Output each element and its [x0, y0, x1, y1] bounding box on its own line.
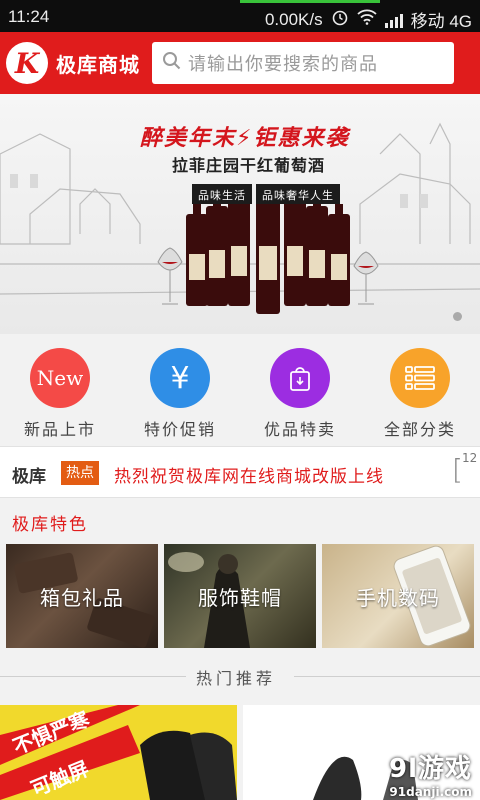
watermark-url: 91danji.com — [389, 785, 472, 799]
banner-tag-2: 品味奢华人生 — [256, 184, 340, 204]
category-special-offers[interactable]: ¥ 特价促销 — [120, 348, 240, 440]
feature-bags-gifts[interactable]: 箱包礼品 — [6, 544, 158, 648]
category-label: 新品上市 — [23, 420, 96, 439]
banner-headline: 醉美年末⚡钜惠来袭 — [140, 126, 350, 151]
category-all[interactable]: 全部分类 — [360, 348, 480, 440]
features-title: 极库特色 — [12, 515, 88, 535]
shopping-bag-icon — [270, 348, 330, 408]
category-label: 优品特卖 — [263, 420, 336, 439]
search-placeholder: 请输出你要搜索的商品 — [188, 54, 378, 75]
carousel-indicator[interactable] — [453, 312, 462, 321]
promo-banner[interactable]: 醉美年末⚡钜惠来袭 拉菲庄园干红葡萄酒 品味生活 品味奢华人生 — [0, 94, 480, 334]
divider-right — [294, 676, 480, 677]
category-label: 特价促销 — [143, 420, 216, 439]
search-input[interactable]: 请输出你要搜索的商品 — [152, 42, 454, 84]
news-counter: 12 — [462, 451, 478, 465]
news-brand: 极库 — [12, 467, 46, 487]
news-headline[interactable]: 热烈祝贺极库网在线商城改版上线 — [114, 462, 384, 487]
feature-label: 服饰鞋帽 — [198, 585, 282, 610]
news-ticker[interactable]: 极库 热点 热烈祝贺极库网在线商城改版上线 [ 12 — [0, 446, 480, 498]
feature-phones-digital[interactable]: 手机数码 — [322, 544, 474, 648]
carrier-label: 移动 4G — [410, 12, 472, 31]
category-label: 全部分类 — [383, 420, 456, 439]
banner-subtitle: 拉菲庄园干红葡萄酒 — [172, 156, 326, 175]
alarm-icon — [331, 8, 349, 31]
network-speed: 0.00K/s — [264, 9, 323, 29]
search-icon — [162, 51, 182, 75]
status-bar: 11:24 0.00K/s 移动 4G — [0, 0, 480, 32]
list-icon — [390, 348, 450, 408]
banner-tag-1: 品味生活 — [192, 184, 252, 204]
brand-logo[interactable]: K — [6, 42, 48, 84]
feature-clothing-shoes[interactable]: 服饰鞋帽 — [164, 544, 316, 648]
yen-icon: ¥ — [150, 348, 210, 408]
brand-name: 极库商城 — [56, 53, 140, 77]
status-time: 11:24 — [8, 7, 50, 26]
watermark-logo: 9l游戏 — [388, 754, 472, 784]
feature-label: 箱包礼品 — [40, 585, 124, 610]
category-shortcuts: New 新品上市 ¥ 特价促销 优品特卖 全部分类 — [0, 334, 480, 440]
watermark: 9l游戏 91danji.com — [389, 748, 472, 799]
promo-card-gloves[interactable]: 不惧严寒 可触屏 — [0, 705, 237, 800]
recommend-title: 热门推荐 — [196, 669, 277, 688]
new-icon: New — [30, 348, 90, 408]
feature-label: 手机数码 — [356, 585, 440, 610]
wifi-icon — [356, 9, 377, 30]
app-header: K 极库商城 请输出你要搜索的商品 — [0, 32, 480, 94]
category-quality-sale[interactable]: 优品特卖 — [240, 348, 360, 440]
hot-badge: 热点 — [61, 461, 99, 485]
signal-icon — [384, 12, 403, 28]
progress-line — [240, 0, 380, 3]
divider-left — [0, 676, 186, 677]
category-new-arrivals[interactable]: New 新品上市 — [0, 348, 120, 440]
